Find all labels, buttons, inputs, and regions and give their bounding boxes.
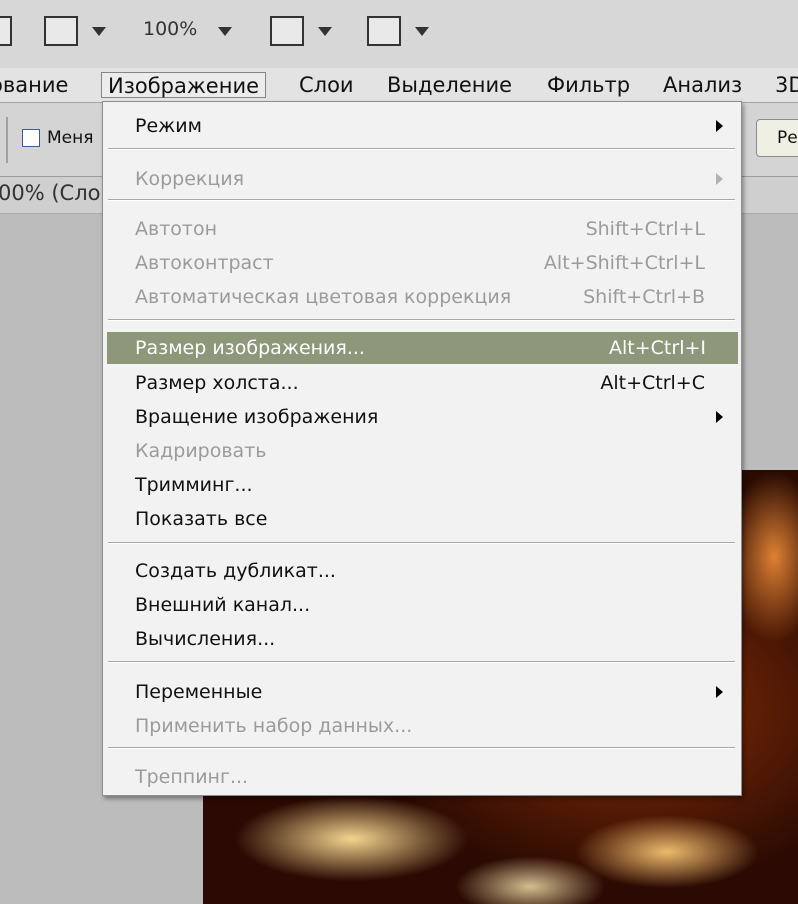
menu-item-label: Автоматическая цветовая коррекция bbox=[135, 286, 512, 308]
menu-item-label: Создать дубликат... bbox=[135, 560, 336, 582]
submenu-arrow-icon bbox=[716, 411, 723, 423]
extras-dropdown-icon[interactable] bbox=[92, 27, 106, 36]
menu-item-adjustments[interactable]: Коррекция bbox=[103, 163, 741, 195]
menu-item-crop[interactable]: Кадрировать bbox=[103, 435, 741, 467]
options-checkbox[interactable] bbox=[22, 129, 40, 147]
extras-icon[interactable] bbox=[44, 16, 78, 46]
tool-icon[interactable] bbox=[0, 16, 12, 46]
menu-filter[interactable]: Фильтр bbox=[540, 72, 637, 98]
menu-item-trap[interactable]: Треппинг... bbox=[103, 761, 741, 793]
menu-item-label: Режим bbox=[135, 115, 202, 137]
menu-item-label: Автотон bbox=[135, 218, 218, 240]
options-checkbox-label: Меня bbox=[47, 128, 94, 148]
menu-item-label: Вращение изображения bbox=[135, 406, 379, 428]
menu-item-shortcut: Alt+Shift+Ctrl+L bbox=[543, 252, 705, 274]
submenu-arrow-icon bbox=[716, 120, 723, 132]
menu-item-shortcut: Alt+Ctrl+I bbox=[609, 337, 706, 359]
menu-item-label: Размер изображения... bbox=[135, 337, 365, 359]
menu-separator bbox=[108, 661, 735, 663]
screen-mode-dropdown-icon[interactable] bbox=[415, 27, 429, 36]
menu-item-auto-contrast[interactable]: Автоконтраст Alt+Shift+Ctrl+L bbox=[103, 247, 741, 279]
menu-item-auto-color[interactable]: Автоматическая цветовая коррекция Shift+… bbox=[103, 281, 741, 313]
menu-item-calculations[interactable]: Вычисления... bbox=[103, 623, 741, 655]
menu-separator bbox=[108, 319, 735, 321]
menu-item-duplicate[interactable]: Создать дубликат... bbox=[103, 555, 741, 587]
menu-item-shortcut: Shift+Ctrl+L bbox=[585, 218, 705, 240]
menu-item-label: Внешний канал... bbox=[135, 594, 311, 616]
menu-item-auto-tone[interactable]: Автотон Shift+Ctrl+L bbox=[103, 213, 741, 245]
menu-item-variables[interactable]: Переменные bbox=[103, 676, 741, 708]
arrange-documents-icon[interactable] bbox=[270, 16, 304, 46]
menu-separator bbox=[108, 542, 735, 544]
menu-item-label: Коррекция bbox=[135, 168, 245, 190]
menu-item-mode[interactable]: Режим bbox=[103, 110, 741, 142]
menu-item-shortcut: Shift+Ctrl+B bbox=[583, 286, 705, 308]
image-menu-dropdown: Режим Коррекция Автотон Shift+Ctrl+L Авт… bbox=[102, 101, 742, 796]
menu-item-label: Тримминг... bbox=[135, 474, 253, 496]
menu-separator bbox=[108, 199, 735, 201]
arrange-dropdown-icon[interactable] bbox=[318, 27, 332, 36]
options-button[interactable]: Ре bbox=[756, 119, 798, 157]
menu-item-label: Кадрировать bbox=[135, 440, 267, 462]
menu-bar: ование Изображение Слои Выделение Фильтр… bbox=[0, 68, 798, 103]
menu-item-label: Переменные bbox=[135, 681, 263, 703]
menu-item-apply-image[interactable]: Внешний канал... bbox=[103, 589, 741, 621]
zoom-dropdown-icon[interactable] bbox=[218, 27, 232, 36]
screen-mode-icon[interactable] bbox=[367, 16, 401, 46]
menu-item-apply-data-set[interactable]: Применить набор данных... bbox=[103, 710, 741, 742]
menu-item-reveal-all[interactable]: Показать все bbox=[103, 503, 741, 535]
menu-item-image-rotation[interactable]: Вращение изображения bbox=[103, 401, 741, 433]
menu-item-trim[interactable]: Тримминг... bbox=[103, 469, 741, 501]
menu-item-shortcut: Alt+Ctrl+C bbox=[600, 372, 705, 394]
menu-3d[interactable]: 3D bbox=[768, 72, 798, 98]
zoom-level-select[interactable]: 100% bbox=[143, 18, 197, 40]
menu-item-image-size[interactable]: Размер изображения... Alt+Ctrl+I bbox=[107, 332, 738, 364]
application-toolbar: 100% bbox=[0, 0, 798, 68]
document-tab-label: 00% (Сло bbox=[0, 181, 101, 205]
menu-edit[interactable]: ование bbox=[0, 72, 75, 98]
menu-item-label: Применить набор данных... bbox=[135, 715, 413, 737]
menu-item-label: Треппинг... bbox=[135, 766, 249, 788]
menu-item-label: Размер холста... bbox=[135, 372, 299, 394]
menu-select[interactable]: Выделение bbox=[380, 72, 519, 98]
menu-item-canvas-size[interactable]: Размер холста... Alt+Ctrl+C bbox=[103, 367, 741, 399]
menu-item-label: Автоконтраст bbox=[135, 252, 274, 274]
menu-item-label: Показать все bbox=[135, 508, 268, 530]
menu-separator bbox=[108, 747, 735, 749]
menu-item-label: Вычисления... bbox=[135, 628, 276, 650]
submenu-arrow-icon bbox=[716, 173, 723, 185]
submenu-arrow-icon bbox=[716, 686, 723, 698]
menu-image[interactable]: Изображение bbox=[101, 72, 267, 98]
menu-analysis[interactable]: Анализ bbox=[656, 72, 749, 98]
menu-separator bbox=[108, 148, 735, 150]
menu-layers[interactable]: Слои bbox=[292, 72, 361, 98]
options-separator bbox=[6, 117, 8, 163]
